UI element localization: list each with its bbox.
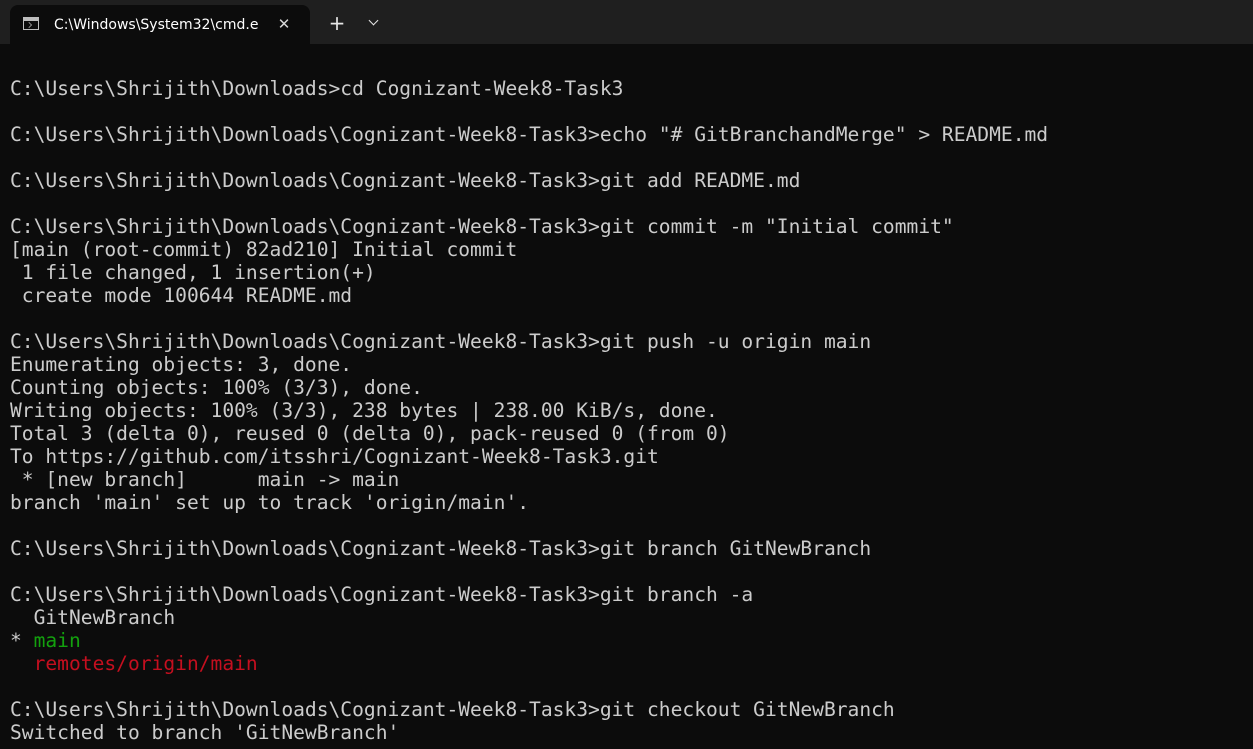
terminal-line-text: Total 3 (delta 0), reused 0 (delta 0), p… — [10, 422, 730, 445]
terminal-line-text — [10, 652, 34, 675]
terminal-line-text: C:\Users\Shrijith\Downloads\Cognizant-We… — [10, 169, 801, 192]
terminal-line: branch 'main' set up to track 'origin/ma… — [10, 491, 1245, 514]
terminal-line-text: C:\Users\Shrijith\Downloads\Cognizant-We… — [10, 698, 895, 721]
tab-cmd[interactable]: C:\Windows\System32\cmd.e ✕ — [10, 5, 310, 44]
terminal-line: C:\Users\Shrijith\Downloads\Cognizant-We… — [10, 169, 1245, 192]
terminal-line: C:\Users\Shrijith\Downloads\Cognizant-We… — [10, 583, 1245, 606]
terminal-line: C:\Users\Shrijith\Downloads\Cognizant-We… — [10, 123, 1245, 146]
terminal-line-text: C:\Users\Shrijith\Downloads\Cognizant-We… — [10, 537, 872, 560]
tab-dropdown-button[interactable] — [361, 9, 387, 37]
terminal-line-text: create mode 100644 README.md — [10, 284, 353, 307]
terminal-line: C:\Users\Shrijith\Downloads\Cognizant-We… — [10, 698, 1245, 721]
terminal-line: C:\Users\Shrijith\Downloads>cd Cognizant… — [10, 77, 1245, 100]
terminal-line-text: C:\Users\Shrijith\Downloads\Cognizant-We… — [10, 123, 1049, 146]
branch-name: remotes/origin/main — [33, 652, 258, 675]
terminal-line: GitNewBranch — [10, 606, 1245, 629]
tab-title: C:\Windows\System32\cmd.e — [54, 17, 259, 33]
terminal-line-text: Counting objects: 100% (3/3), done. — [10, 376, 423, 399]
terminal-line: [main (root-commit) 82ad210] Initial com… — [10, 238, 1245, 261]
terminal-line: C:\Users\Shrijith\Downloads\Cognizant-We… — [10, 330, 1245, 353]
terminal-output[interactable]: C:\Users\Shrijith\Downloads>cd Cognizant… — [10, 54, 1245, 744]
chevron-down-icon — [368, 15, 379, 26]
terminal-line: Enumerating objects: 3, done. — [10, 353, 1245, 376]
terminal-line: remotes/origin/main — [10, 652, 1245, 675]
terminal-line: C:\Users\Shrijith\Downloads\Cognizant-We… — [10, 537, 1245, 560]
terminal-line-text: [main (root-commit) 82ad210] Initial com… — [10, 238, 518, 261]
terminal-line-text: C:\Users\Shrijith\Downloads\Cognizant-We… — [10, 215, 954, 238]
terminal-line: Switched to branch 'GitNewBranch' — [10, 721, 1245, 744]
terminal-line: To https://github.com/itsshri/Cognizant-… — [10, 445, 1245, 468]
terminal-line: 1 file changed, 1 insertion(+) — [10, 261, 1245, 284]
terminal-line-text: GitNewBranch — [10, 606, 176, 629]
terminal-line-text: C:\Users\Shrijith\Downloads>cd Cognizant… — [10, 77, 624, 100]
terminal-line: C:\Users\Shrijith\Downloads\Cognizant-We… — [10, 215, 1245, 238]
terminal-window: C:\Windows\System32\cmd.e ✕ + C:\Users\S… — [0, 0, 1253, 749]
branch-name: main — [33, 629, 81, 652]
terminal-line-text: * [new branch] main -> main — [10, 468, 400, 491]
terminal-line: Total 3 (delta 0), reused 0 (delta 0), p… — [10, 422, 1245, 445]
terminal-line: * [new branch] main -> main — [10, 468, 1245, 491]
terminal-line-text: C:\Users\Shrijith\Downloads\Cognizant-We… — [10, 583, 754, 606]
new-tab-button[interactable]: + — [322, 9, 352, 37]
terminal-line: Writing objects: 100% (3/3), 238 bytes |… — [10, 399, 1245, 422]
terminal-line-text: Enumerating objects: 3, done. — [10, 353, 353, 376]
terminal-line-text: branch 'main' set up to track 'origin/ma… — [10, 491, 530, 514]
terminal-line-text: C:\Users\Shrijith\Downloads\Cognizant-We… — [10, 330, 872, 353]
terminal-line-text: To https://github.com/itsshri/Cognizant-… — [10, 445, 659, 468]
title-bar: C:\Windows\System32\cmd.e ✕ + — [0, 0, 1253, 44]
terminal-line-text: Writing objects: 100% (3/3), 238 bytes |… — [10, 399, 718, 422]
terminal-line-text: Switched to branch 'GitNewBranch' — [10, 721, 400, 744]
terminal-line-text: 1 file changed, 1 insertion(+) — [10, 261, 376, 284]
close-icon[interactable]: ✕ — [275, 15, 293, 33]
terminal-line: Counting objects: 100% (3/3), done. — [10, 376, 1245, 399]
console-icon — [23, 17, 39, 30]
terminal-line-text: * — [10, 629, 34, 652]
terminal-line: * main — [10, 629, 1245, 652]
terminal-line: create mode 100644 README.md — [10, 284, 1245, 307]
